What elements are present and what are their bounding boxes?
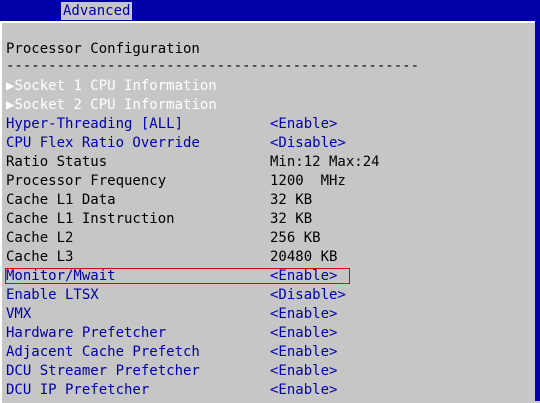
setting-dcu-streamer-prefetcher-value[interactable]: <Enable>: [270, 362, 337, 381]
info-cache-l3-value: 20480 KB: [270, 249, 338, 265]
processor-configuration-panel: Processor Configuration ----------------…: [0, 21, 537, 403]
info-cache-l2-value: 256 KB: [270, 230, 321, 246]
submenu-label: Socket 2 CPU Information: [14, 97, 217, 113]
info-ratio-status-value: Min:12 Max:24: [270, 154, 380, 170]
setting-hyper-threading-value[interactable]: <Enable>: [270, 115, 337, 134]
title-divider: ----------------------------------------…: [6, 58, 420, 74]
info-cache-l1-instruction-value: 32 KB: [270, 211, 313, 227]
setting-vmx-value[interactable]: <Enable>: [270, 305, 337, 324]
setting-monitor-mwait-value[interactable]: <Enable>: [270, 267, 337, 286]
setting-cpu-flex-ratio-override-value[interactable]: <Disable>: [270, 134, 346, 153]
info-cache-l1-data-label: Cache L1 Data: [6, 192, 116, 208]
setting-vmx-label[interactable]: VMX: [6, 305, 31, 324]
setting-dcu-ip-prefetcher-label[interactable]: DCU IP Prefetcher: [6, 381, 149, 400]
info-cache-l2-label: Cache L2: [6, 230, 74, 246]
setting-monitor-mwait-label[interactable]: Monitor/Mwait: [6, 267, 116, 286]
setting-adjacent-cache-prefetch-value[interactable]: <Enable>: [270, 343, 337, 362]
setting-hardware-prefetcher-value[interactable]: <Enable>: [270, 324, 337, 343]
setting-dcu-streamer-prefetcher-label[interactable]: DCU Streamer Prefetcher: [6, 362, 200, 381]
tab-advanced[interactable]: Advanced: [61, 2, 133, 20]
setting-dcu-ip-prefetcher-value[interactable]: <Enable>: [270, 381, 337, 400]
setting-hardware-prefetcher-label[interactable]: Hardware Prefetcher: [6, 324, 166, 343]
setting-cpu-flex-ratio-override-label[interactable]: CPU Flex Ratio Override: [6, 134, 200, 153]
submenu-socket-2-cpu-information[interactable]: ▶Socket 2 CPU Information: [6, 96, 217, 115]
setting-adjacent-cache-prefetch-label[interactable]: Adjacent Cache Prefetch: [6, 343, 200, 362]
info-cache-l3-label: Cache L3: [6, 249, 74, 265]
submenu-label: Socket 1 CPU Information: [14, 78, 217, 94]
setting-enable-ltsx-value[interactable]: <Disable>: [270, 286, 346, 305]
info-ratio-status-label: Ratio Status: [6, 154, 108, 170]
submenu-socket-1-cpu-information[interactable]: ▶Socket 1 CPU Information: [6, 77, 217, 96]
right-panel-edge: [535, 21, 540, 401]
info-cache-l1-data-value: 32 KB: [270, 192, 313, 208]
info-cache-l1-instruction-label: Cache L1 Instruction: [6, 211, 175, 227]
info-processor-frequency-label: Processor Frequency: [6, 173, 167, 189]
setting-enable-ltsx-label[interactable]: Enable LTSX: [6, 286, 99, 305]
info-processor-frequency-value: 1200 MHz: [270, 173, 346, 189]
setting-hyper-threading-label[interactable]: Hyper-Threading [ALL]: [6, 115, 183, 134]
top-menu-bar: Advanced: [0, 0, 540, 21]
